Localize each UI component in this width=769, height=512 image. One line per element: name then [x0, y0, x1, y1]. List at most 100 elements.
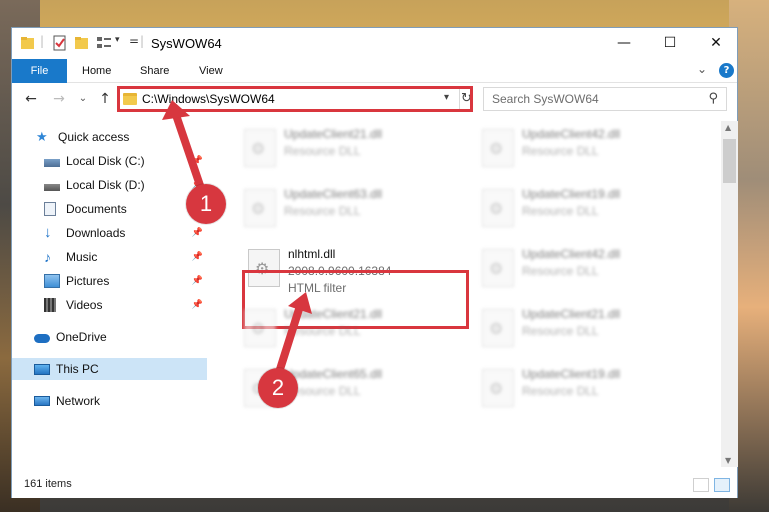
file-tile[interactable]: UpdateClient21.dll Resource DLL	[478, 303, 698, 351]
ribbon-tabs: File Home Share View ⌄ ?	[12, 59, 737, 83]
customize-qat-chevron-icon[interactable]: ▾	[115, 35, 120, 45]
file-tile[interactable]: UpdateClient19.dll Resource DLL	[478, 363, 698, 411]
scroll-thumb[interactable]	[723, 139, 736, 183]
large-icons-view-icon[interactable]	[714, 478, 730, 492]
step-badge-1: 1	[186, 184, 226, 224]
pin-icon[interactable]: 📌	[192, 251, 203, 262]
dll-file-icon	[244, 189, 276, 227]
file-tile[interactable]: UpdateClient21.dll Resource DLL	[240, 303, 460, 351]
sidebar-item-downloads[interactable]: ↓ Downloads 📌	[12, 222, 207, 244]
view-details-icon[interactable]	[96, 35, 112, 51]
file-description: Resource DLL	[284, 144, 361, 158]
file-description: Resource DLL	[522, 264, 599, 278]
sidebar-item-quick-access[interactable]: ★ Quick access	[12, 126, 207, 148]
cloud-icon	[34, 333, 50, 343]
sidebar-item-documents[interactable]: Documents 📌	[12, 198, 207, 220]
scroll-up-arrow-icon[interactable]: ▲	[725, 123, 731, 132]
help-icon[interactable]: ?	[719, 63, 734, 78]
tab-share[interactable]: Share	[140, 59, 169, 83]
maximize-button[interactable]: ☐	[647, 28, 693, 58]
file-name: UpdateClient21.dll	[522, 307, 621, 321]
separator: |	[40, 34, 45, 48]
dll-file-icon	[482, 249, 514, 287]
sidebar-item-label: Downloads	[66, 226, 126, 240]
folder-icon	[21, 37, 34, 49]
qat-separator: =	[129, 34, 140, 48]
sidebar-item-music[interactable]: ♪ Music 📌	[12, 246, 207, 268]
file-name: UpdateClient42.dll	[522, 247, 621, 261]
sidebar-item-label: Pictures	[66, 274, 110, 288]
properties-icon[interactable]	[52, 35, 68, 51]
sidebar-item-pictures[interactable]: Pictures 📌	[12, 270, 207, 292]
sidebar-item-label: Videos	[66, 298, 103, 312]
sidebar-item-label: Documents	[66, 202, 127, 216]
sidebar-item-onedrive[interactable]: OneDrive	[12, 326, 207, 348]
star-icon: ★	[36, 129, 48, 144]
file-description: Resource DLL	[522, 144, 599, 158]
sidebar-item-label: Local Disk (D:)	[66, 178, 145, 192]
step-badge-2: 2	[258, 368, 298, 408]
file-description: Resource DLL	[522, 384, 599, 398]
tab-file[interactable]: File	[12, 59, 67, 83]
tab-view[interactable]: View	[199, 59, 223, 83]
file-description: Resource DLL	[522, 324, 599, 338]
separator: |	[140, 34, 145, 48]
file-name: UpdateClient21.dll	[284, 307, 383, 321]
file-description: Resource DLL	[284, 324, 361, 338]
back-arrow-icon[interactable]: ←	[22, 91, 40, 107]
file-name: UpdateClient21.dll	[284, 127, 383, 141]
sidebar-item-network[interactable]: Network	[12, 390, 207, 412]
pin-icon[interactable]: 📌	[192, 299, 203, 310]
pc-icon	[34, 363, 50, 375]
expand-ribbon-chevron-icon[interactable]: ⌄	[697, 62, 707, 76]
forward-arrow-icon[interactable]: →	[50, 91, 68, 107]
pin-icon[interactable]: 📌	[192, 275, 203, 286]
search-box[interactable]: ⚲	[483, 87, 727, 111]
dll-file-icon	[482, 189, 514, 227]
file-name: UpdateClient19.dll	[522, 367, 621, 381]
file-description: Resource DLL	[284, 204, 361, 218]
music-icon: ♪	[44, 249, 51, 265]
new-folder-icon[interactable]	[74, 35, 90, 51]
dll-file-icon	[482, 309, 514, 347]
recent-locations-chevron-icon[interactable]: ⌄	[74, 93, 92, 104]
file-name: UpdateClient42.dll	[522, 127, 621, 141]
navigation-pane: ★ Quick access Local Disk (C:) 📌 Local D…	[12, 121, 207, 467]
navigation-bar: ← → ⌄ ↑ C:\Windows\SysWOW64 ▾ ↻ ⚲	[12, 83, 737, 119]
search-icon[interactable]: ⚲	[708, 91, 718, 106]
file-name: UpdateClient19.dll	[522, 187, 621, 201]
sidebar-item-videos[interactable]: Videos 📌	[12, 294, 207, 316]
file-tile[interactable]: UpdateClient42.dll Resource DLL	[478, 123, 698, 171]
tab-home[interactable]: Home	[82, 59, 111, 83]
search-input[interactable]	[492, 92, 692, 106]
minimize-button[interactable]: —	[601, 28, 647, 58]
videos-icon	[44, 298, 56, 312]
drive-icon	[44, 158, 60, 167]
document-icon	[44, 202, 56, 216]
drive-icon	[44, 183, 60, 191]
file-tile[interactable]: UpdateClient42.dll Resource DLL	[478, 243, 698, 291]
pin-icon[interactable]: 📌	[192, 155, 203, 166]
sidebar-item-this-pc[interactable]: This PC	[12, 358, 207, 380]
file-list-pane: UpdateClient21.dll Resource DLL UpdateCl…	[218, 121, 721, 467]
sidebar-item-local-disk-d[interactable]: Local Disk (D:) 📌	[12, 174, 207, 196]
up-arrow-icon[interactable]: ↑	[96, 91, 114, 107]
title-bar: | ▾ = | SysWOW64 — ☐ ✕	[12, 28, 737, 60]
sidebar-item-label: This PC	[56, 362, 99, 376]
file-description: Resource DLL	[522, 204, 599, 218]
dll-file-icon	[244, 309, 276, 347]
close-button[interactable]: ✕	[693, 28, 739, 58]
sidebar-item-label: Music	[66, 250, 98, 264]
pin-icon[interactable]: 📌	[192, 227, 203, 238]
address-highlight-box	[117, 86, 473, 112]
details-view-icon[interactable]	[693, 478, 709, 492]
sidebar-item-local-disk-c[interactable]: Local Disk (C:) 📌	[12, 150, 207, 172]
explorer-window: | ▾ = | SysWOW64 — ☐ ✕ File Home Share V…	[11, 27, 738, 498]
file-name: UpdateClient65.dll	[284, 367, 383, 381]
item-count: 161 items	[24, 478, 72, 490]
file-tile[interactable]: UpdateClient19.dll Resource DLL	[478, 183, 698, 231]
file-tile[interactable]: UpdateClient21.dll Resource DLL	[240, 123, 460, 171]
file-tile[interactable]: UpdateClient63.dll Resource DLL	[240, 183, 460, 231]
vertical-scrollbar[interactable]: ▲ ▼	[721, 121, 738, 467]
scroll-down-arrow-icon[interactable]: ▼	[725, 456, 731, 465]
